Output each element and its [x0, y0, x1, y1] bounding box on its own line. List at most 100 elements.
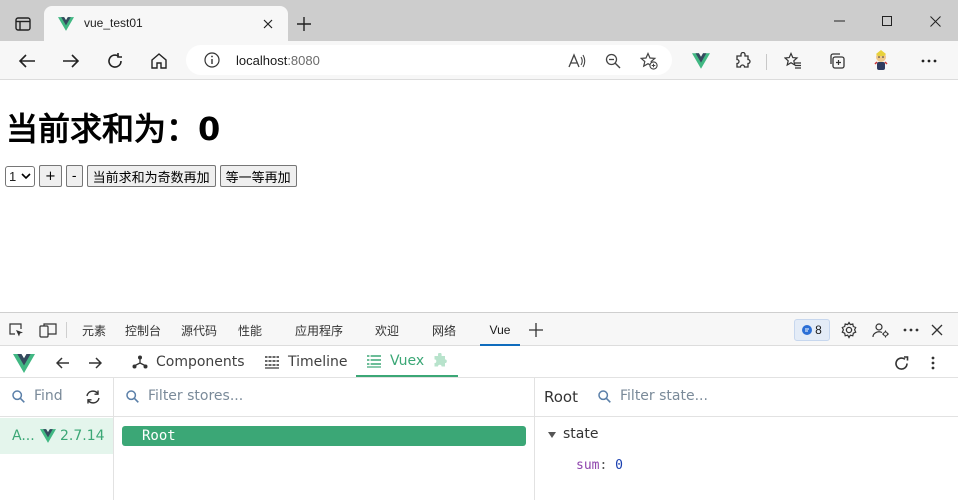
url-text[interactable]: localhost:8080 — [236, 53, 320, 68]
state-title: Root — [544, 388, 578, 406]
favorites-icon[interactable] — [780, 48, 806, 74]
home-icon[interactable] — [146, 48, 172, 74]
zoom-out-icon[interactable] — [602, 50, 624, 72]
more-options-icon[interactable] — [916, 48, 942, 74]
extensions-icon[interactable] — [730, 48, 756, 74]
search-icon — [126, 390, 139, 403]
read-aloud-icon[interactable] — [566, 50, 588, 72]
tab-console[interactable]: 控制台 — [125, 322, 161, 339]
device-emulation-icon[interactable] — [38, 320, 58, 340]
vue-tab-vuex-label: Vuex — [390, 352, 425, 369]
caret-down-icon[interactable] — [548, 432, 556, 438]
tab-vue[interactable]: Vue — [480, 316, 520, 346]
settings-gear-icon[interactable] — [839, 320, 859, 340]
store-item-root[interactable]: Root — [122, 426, 526, 446]
increment-step-select[interactable]: 1 — [5, 165, 35, 187]
collections-icon[interactable] — [824, 48, 850, 74]
close-window-icon[interactable] — [920, 8, 950, 34]
stores-filter[interactable]: Filter stores... — [114, 378, 534, 417]
issues-icon — [802, 325, 813, 335]
new-tab-icon[interactable] — [292, 12, 316, 36]
vue-devtools-toolbar: Components Timeline Vuex — [0, 346, 958, 378]
search-icon — [598, 390, 611, 403]
components-tree-icon — [132, 355, 148, 369]
vue-tab-components-label: Components — [156, 353, 245, 370]
reload-icon[interactable] — [102, 48, 128, 74]
tab-welcome[interactable]: 欢迎 — [375, 322, 399, 339]
tab-application[interactable]: 应用程序 — [295, 322, 343, 339]
forward-icon[interactable] — [58, 48, 84, 74]
vue-forward-icon[interactable] — [85, 353, 105, 373]
add-favorite-icon[interactable] — [638, 50, 660, 72]
store-item-label: Root — [142, 428, 176, 444]
increment-button[interactable]: + — [39, 165, 62, 187]
info-icon[interactable] — [204, 52, 220, 68]
counter-controls: 1 + - 当前求和为奇数再加 等一等再加 — [5, 165, 297, 187]
issues-count: 8 — [815, 323, 822, 337]
state-separator: : — [599, 458, 608, 473]
tab-actions-icon[interactable] — [8, 12, 38, 36]
profile-avatar-icon[interactable] — [868, 48, 894, 74]
vue-tab-components[interactable]: Components — [132, 346, 245, 377]
decrement-button[interactable]: - — [65, 165, 83, 187]
more-tools-icon[interactable] — [526, 320, 546, 340]
inspect-element-icon[interactable] — [6, 320, 26, 340]
find-placeholder: Find — [34, 388, 63, 404]
refresh-icon[interactable] — [891, 353, 911, 373]
vuex-store-icon — [366, 354, 382, 368]
tab-title: vue_test01 — [84, 16, 143, 30]
vue-logo-icon — [58, 17, 74, 31]
state-pane: Root Filter state... state sum: 0 — [535, 378, 958, 500]
close-devtools-icon[interactable] — [927, 320, 947, 340]
filter-state-placeholder[interactable]: Filter state... — [620, 388, 708, 404]
tab-elements[interactable]: 元素 — [82, 322, 106, 339]
sum-heading: 当前求和为：0 — [6, 110, 221, 148]
select-value: 1 — [9, 168, 17, 184]
tab-performance[interactable]: 性能 — [238, 322, 262, 339]
vue-more-icon[interactable] — [923, 353, 943, 373]
devtools-tab-bar: 元素 控制台 源代码 性能 应用程序 欢迎 网络 Vue 8 — [0, 313, 958, 346]
vue-tab-timeline[interactable]: Timeline — [264, 346, 348, 377]
url-port: :8080 — [287, 53, 320, 68]
browser-toolbar: localhost:8080 — [0, 41, 958, 80]
apps-pane: Find A... 2.7.14 — [0, 378, 114, 500]
increment-wait-button[interactable]: 等一等再加 — [219, 165, 297, 187]
state-section-label[interactable]: state — [563, 426, 598, 442]
increment-if-odd-button[interactable]: 当前求和为奇数再加 — [86, 165, 216, 187]
vue-panels: Find A... 2.7.14 Filter stores... Root R… — [0, 378, 958, 500]
vue-back-icon[interactable] — [53, 353, 73, 373]
state-key: sum — [576, 458, 600, 473]
stores-pane: Filter stores... Root — [114, 378, 535, 500]
app-name: A... — [12, 428, 35, 444]
browser-tab[interactable]: vue_test01 — [44, 6, 288, 41]
customize-devtools-icon[interactable] — [871, 320, 891, 340]
vue-devtools-extension-icon[interactable] — [688, 48, 714, 74]
tab-sources[interactable]: 源代码 — [181, 322, 217, 339]
vue-tab-vuex[interactable]: Vuex — [356, 346, 459, 377]
app-list-item[interactable]: A... 2.7.14 — [0, 418, 113, 454]
page-viewport: 当前求和为：0 1 + - 当前求和为奇数再加 等一等再加 — [0, 81, 958, 312]
back-icon[interactable] — [14, 48, 40, 74]
devtools-panel: 元素 控制台 源代码 性能 应用程序 欢迎 网络 Vue 8 Component… — [0, 312, 958, 500]
toolbar-divider — [766, 54, 767, 70]
issues-badge[interactable]: 8 — [794, 319, 830, 341]
address-bar[interactable]: localhost:8080 — [186, 45, 672, 75]
vue-logo-icon — [40, 429, 56, 443]
close-tab-icon[interactable] — [258, 14, 278, 34]
vue-version: 2.7.14 — [60, 428, 105, 444]
devtools-divider — [66, 322, 67, 338]
plugin-puzzle-icon — [432, 352, 448, 369]
state-entry[interactable]: sum: 0 — [576, 458, 623, 473]
maximize-icon[interactable] — [872, 8, 902, 34]
filter-stores-placeholder: Filter stores... — [148, 388, 244, 404]
devtools-more-icon[interactable] — [901, 320, 921, 340]
vue-logo-icon[interactable] — [13, 353, 35, 373]
refresh-apps-icon[interactable] — [84, 389, 102, 405]
tab-network[interactable]: 网络 — [432, 322, 456, 339]
chevron-down-icon — [21, 171, 31, 181]
minimize-icon[interactable] — [824, 8, 854, 34]
apps-search[interactable]: Find — [0, 378, 113, 417]
state-header: Root Filter state... — [535, 378, 958, 417]
browser-tab-bar: vue_test01 — [0, 0, 958, 41]
url-host: localhost — [236, 53, 288, 68]
